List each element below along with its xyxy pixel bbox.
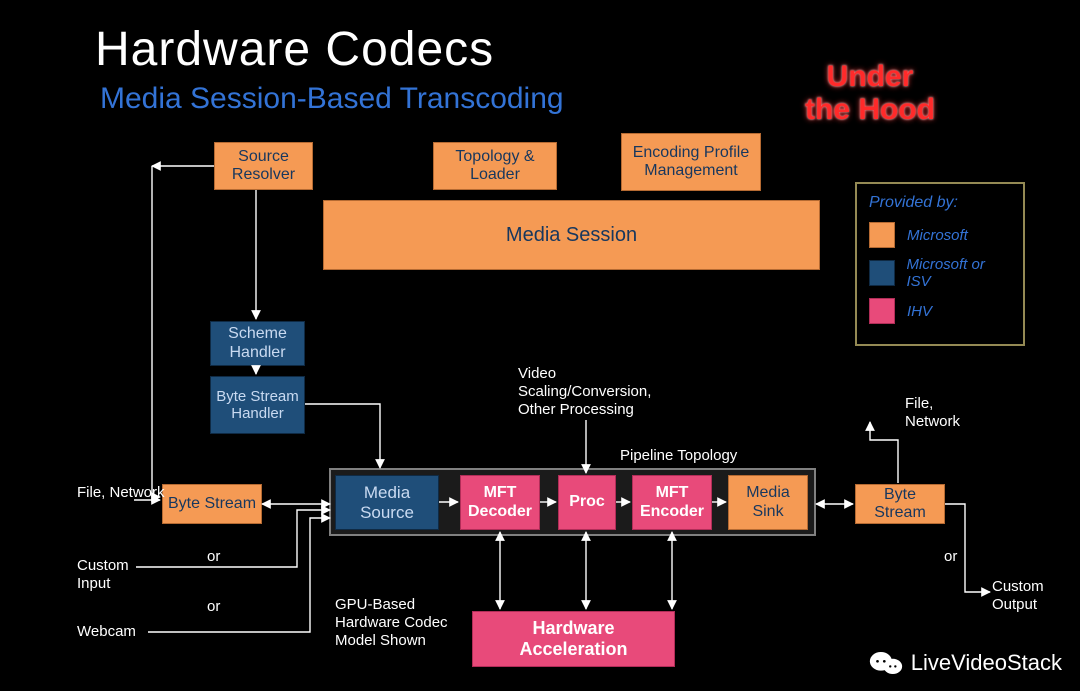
corner-line1: Under <box>827 60 914 93</box>
swatch-orange <box>869 222 895 248</box>
watermark-text: LiveVideoStack <box>911 650 1062 676</box>
swatch-pink <box>869 298 895 324</box>
label-video-scaling: VideoScaling/Conversion,Other Processing <box>518 365 678 419</box>
box-byte-stream-handler: Byte Stream Handler <box>210 376 305 434</box>
box-topology-loader: Topology & Loader <box>433 142 557 190</box>
watermark: LiveVideoStack <box>869 649 1062 677</box>
corner-line2: the Hood <box>805 93 935 126</box>
chat-icon <box>869 649 903 677</box>
box-media-sink: Media Sink <box>728 475 808 530</box>
box-source-resolver: Source Resolver <box>214 142 313 190</box>
label-gpu-note: GPU-BasedHardware CodecModel Shown <box>335 596 475 650</box>
page-title: Hardware Codecs <box>95 22 494 77</box>
legend: Provided by: Microsoft Microsoft or ISV … <box>855 182 1025 346</box>
diagram-stage: Hardware Codecs Media Session-Based Tran… <box>0 0 1080 691</box>
label-custom-input: CustomInput <box>77 557 129 593</box>
box-mft-encoder: MFT Encoder <box>632 475 712 530</box>
corner-badge: Under the Hood <box>785 60 955 126</box>
box-byte-stream-right: Byte Stream <box>855 484 945 524</box>
box-hw-accel: Hardware Acceleration <box>472 611 675 667</box>
legend-title: Provided by: <box>869 194 1011 212</box>
box-proc: Proc <box>558 475 616 530</box>
box-encoding-profile: Encoding Profile Management <box>621 133 761 191</box>
box-media-source: Media Source <box>335 475 439 530</box>
legend-row-ms: Microsoft <box>869 222 1011 248</box>
legend-row-ihv: IHV <box>869 298 1011 324</box>
label-custom-output: CustomOutput <box>992 578 1044 614</box>
swatch-blue <box>869 260 895 286</box>
page-subtitle: Media Session-Based Transcoding <box>100 82 564 116</box>
label-or2: or <box>207 598 220 616</box>
pipeline-label: Pipeline Topology <box>620 447 737 464</box>
label-or3: or <box>944 548 957 566</box>
label-file-network-left: File, Network <box>77 484 165 502</box>
label-file-network-right: File,Network <box>905 395 960 431</box>
box-media-session: Media Session <box>323 200 820 270</box>
box-mft-decoder: MFT Decoder <box>460 475 540 530</box>
legend-row-isv: Microsoft or ISV <box>869 256 1011 290</box>
box-scheme-handler: Scheme Handler <box>210 321 305 366</box>
label-webcam: Webcam <box>77 623 136 641</box>
label-or1: or <box>207 548 220 566</box>
box-byte-stream-left: Byte Stream <box>162 484 262 524</box>
